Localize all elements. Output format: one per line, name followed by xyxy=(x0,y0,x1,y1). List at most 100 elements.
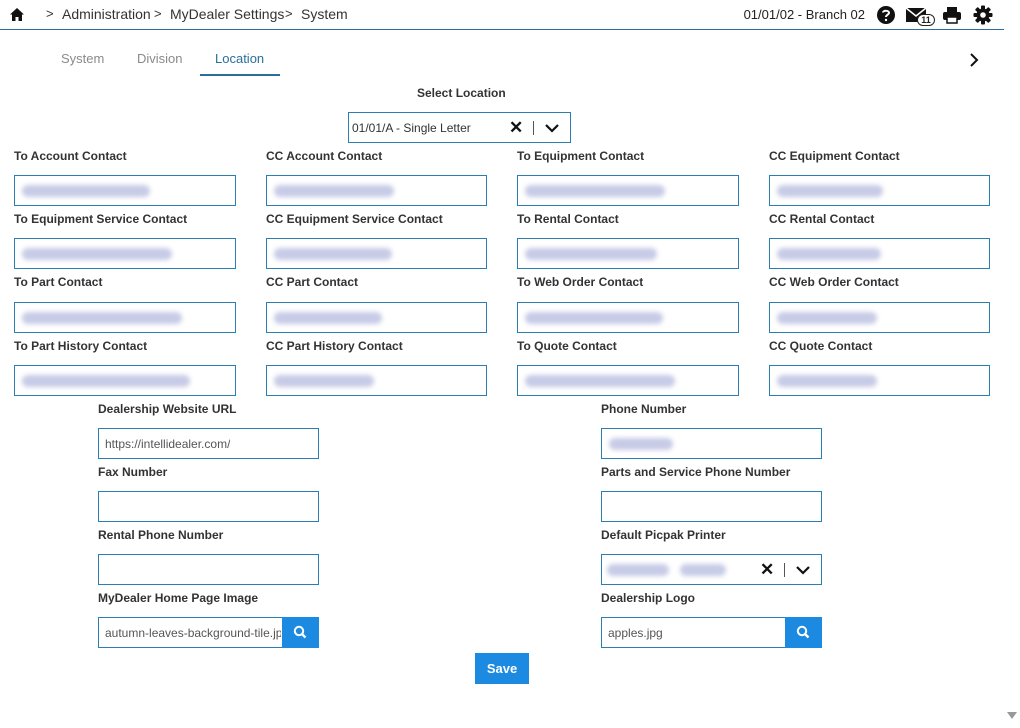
redacted-value xyxy=(525,185,665,197)
picpak-printer-dropdown[interactable]: ✕ xyxy=(601,554,822,585)
to-rental-contact-input[interactable] xyxy=(517,238,739,269)
redacted-value xyxy=(777,185,883,197)
redacted-value xyxy=(607,564,669,576)
select-location-value: 01/01/A - Single Letter xyxy=(352,121,471,135)
breadcrumb-separator: > xyxy=(154,6,162,21)
dealership-logo-input[interactable]: apples.jpg xyxy=(601,617,822,648)
redacted-value xyxy=(274,248,392,260)
to-web-order-contact-input[interactable] xyxy=(517,302,739,333)
fax-number-label: Fax Number xyxy=(98,465,168,479)
breadcrumb-mydealer-settings[interactable]: MyDealer Settings xyxy=(170,6,284,22)
to-part-history-contact-input[interactable] xyxy=(14,365,236,396)
breadcrumb-separator: > xyxy=(285,6,293,21)
redacted-value xyxy=(777,312,877,324)
cc-equipment-service-contact-label: CC Equipment Service Contact xyxy=(266,212,443,226)
redacted-value xyxy=(22,185,150,197)
to-part-contact-input[interactable] xyxy=(14,302,236,333)
to-rental-contact-label: To Rental Contact xyxy=(517,212,619,226)
breadcrumb-system: System xyxy=(301,6,348,22)
redacted-value xyxy=(274,312,382,324)
cc-web-order-contact-input[interactable] xyxy=(769,302,990,333)
to-account-contact-label: To Account Contact xyxy=(14,149,127,163)
cc-equipment-contact-label: CC Equipment Contact xyxy=(769,149,900,163)
phone-number-input[interactable] xyxy=(601,428,822,459)
cc-equipment-service-contact-input[interactable] xyxy=(266,238,487,269)
redacted-value xyxy=(777,375,877,387)
select-location-label: Select Location xyxy=(417,86,506,100)
breadcrumb-separator: > xyxy=(46,6,54,21)
mail-count-badge: 11 xyxy=(917,14,935,26)
cc-part-history-contact-input[interactable] xyxy=(266,365,487,396)
divider xyxy=(784,563,785,577)
chevron-right-icon[interactable] xyxy=(966,52,982,68)
cc-part-history-contact-label: CC Part History Contact xyxy=(266,339,403,353)
cc-part-contact-label: CC Part Contact xyxy=(266,275,359,289)
cc-account-contact-input[interactable] xyxy=(266,175,487,206)
gear-icon[interactable] xyxy=(973,5,993,25)
dealership-logo-value: apples.jpg xyxy=(608,626,663,640)
redacted-value xyxy=(525,248,657,260)
logo-search-button[interactable] xyxy=(785,617,822,648)
to-account-contact-input[interactable] xyxy=(14,175,236,206)
home-image-search-button[interactable] xyxy=(282,617,319,648)
print-icon[interactable] xyxy=(942,5,962,25)
parts-service-phone-input[interactable] xyxy=(601,491,822,522)
search-icon xyxy=(796,625,810,639)
rental-phone-label: Rental Phone Number xyxy=(98,528,224,542)
divider xyxy=(533,121,534,135)
cc-equipment-contact-input[interactable] xyxy=(769,175,990,206)
dealership-logo-label: Dealership Logo xyxy=(601,591,696,605)
home-page-image-value: autumn-leaves-background-tile.jpg xyxy=(105,626,281,640)
rental-phone-input[interactable] xyxy=(98,554,319,585)
active-tab-indicator xyxy=(200,74,280,76)
redacted-value xyxy=(525,375,675,387)
cc-account-contact-label: CC Account Contact xyxy=(266,149,383,163)
picpak-printer-label: Default Picpak Printer xyxy=(601,528,726,542)
scroll-down-arrow-icon[interactable] xyxy=(1007,712,1017,719)
website-url-input[interactable]: https://intellidealer.com/ xyxy=(98,428,319,459)
redacted-value xyxy=(22,248,172,260)
redacted-value xyxy=(609,438,673,450)
home-page-image-input[interactable]: autumn-leaves-background-tile.jpg xyxy=(98,617,319,648)
redacted-value xyxy=(274,375,374,387)
cc-rental-contact-label: CC Rental Contact xyxy=(769,212,875,226)
fax-number-input[interactable] xyxy=(98,491,319,522)
cc-rental-contact-input[interactable] xyxy=(769,238,990,269)
clear-icon[interactable]: ✕ xyxy=(509,119,523,136)
website-url-label: Dealership Website URL xyxy=(98,402,237,416)
tab-system[interactable]: System xyxy=(61,51,104,66)
parts-service-phone-label: Parts and Service Phone Number xyxy=(601,465,791,479)
home-icon[interactable] xyxy=(9,7,25,22)
cc-quote-contact-input[interactable] xyxy=(769,365,990,396)
to-quote-contact-input[interactable] xyxy=(517,365,739,396)
search-icon xyxy=(293,625,307,639)
to-quote-contact-label: To Quote Contact xyxy=(517,339,617,353)
tab-division[interactable]: Division xyxy=(137,51,183,66)
redacted-value xyxy=(22,312,182,324)
clear-icon[interactable]: ✕ xyxy=(760,561,774,578)
redacted-value xyxy=(777,248,881,260)
top-bar: > Administration > MyDealer Settings > S… xyxy=(0,0,1004,30)
cc-part-contact-input[interactable] xyxy=(266,302,487,333)
phone-number-label: Phone Number xyxy=(601,402,687,416)
save-button[interactable]: Save xyxy=(475,653,529,684)
to-part-contact-label: To Part Contact xyxy=(14,275,103,289)
to-equipment-service-contact-input[interactable] xyxy=(14,238,236,269)
to-web-order-contact-label: To Web Order Contact xyxy=(517,275,644,289)
chevron-down-icon[interactable] xyxy=(545,122,559,134)
chevron-down-icon[interactable] xyxy=(796,564,810,576)
select-location-dropdown[interactable]: 01/01/A - Single Letter ✕ xyxy=(348,112,571,143)
website-url-value: https://intellidealer.com/ xyxy=(105,437,231,451)
help-icon[interactable] xyxy=(876,5,896,25)
cc-quote-contact-label: CC Quote Contact xyxy=(769,339,873,353)
tab-location[interactable]: Location xyxy=(215,51,264,66)
branch-label[interactable]: 01/01/02 - Branch 02 xyxy=(744,7,865,22)
breadcrumb-administration[interactable]: Administration xyxy=(62,6,151,22)
home-page-image-label: MyDealer Home Page Image xyxy=(98,591,259,605)
to-equipment-contact-label: To Equipment Contact xyxy=(517,149,645,163)
to-equipment-contact-input[interactable] xyxy=(517,175,739,206)
to-equipment-service-contact-label: To Equipment Service Contact xyxy=(14,212,188,226)
to-part-history-contact-label: To Part History Contact xyxy=(14,339,148,353)
redacted-value xyxy=(525,312,663,324)
redacted-value xyxy=(680,564,726,576)
